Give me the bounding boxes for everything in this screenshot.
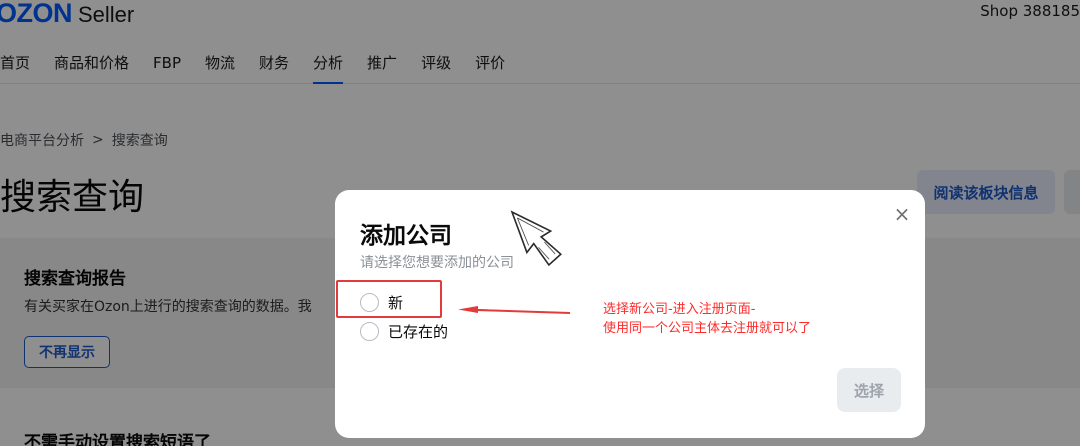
choose-button[interactable]: 选择 xyxy=(837,368,901,412)
option-new[interactable]: 新 xyxy=(360,292,403,313)
radio-icon[interactable] xyxy=(360,293,379,312)
close-icon[interactable]: × xyxy=(890,202,914,226)
option-new-label: 新 xyxy=(388,294,404,312)
option-existing-label: 已存在的 xyxy=(388,323,449,341)
radio-icon[interactable] xyxy=(360,322,379,341)
annotation-note: 选择新公司-进入注册页面- 使用同一个公司主体去注册就可以了 xyxy=(603,300,811,338)
modal-subtitle: 请选择您想要添加的公司 xyxy=(360,255,514,271)
annotation-line-1: 选择新公司-进入注册页面- xyxy=(603,302,756,317)
option-existing[interactable]: 已存在的 xyxy=(360,321,448,342)
modal-title: 添加公司 xyxy=(360,223,452,249)
annotation-line-2: 使用同一个公司主体去注册就可以了 xyxy=(603,321,812,336)
